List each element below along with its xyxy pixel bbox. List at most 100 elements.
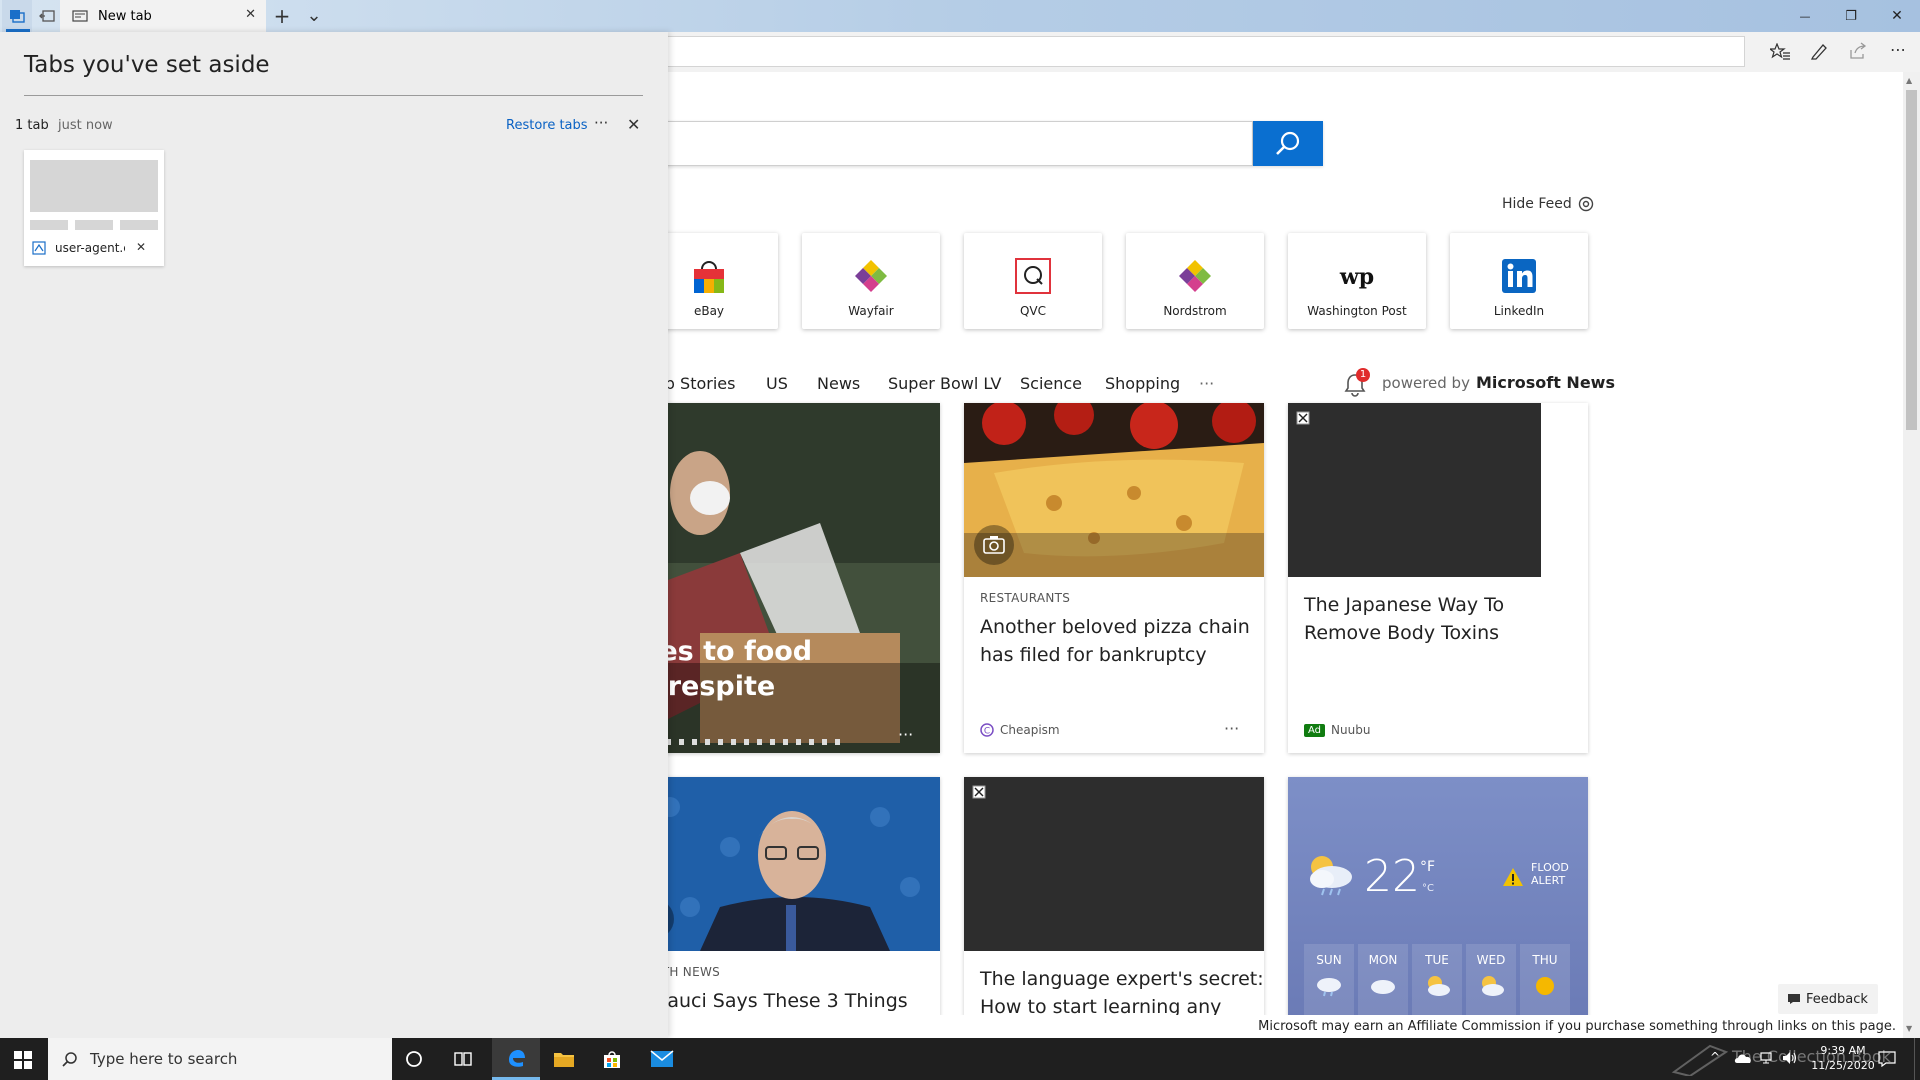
search-button[interactable] — [1253, 121, 1323, 166]
onedrive-icon[interactable] — [1734, 1052, 1752, 1064]
nav-more-button[interactable]: ··· — [1199, 374, 1214, 393]
hide-feed-button[interactable]: Hide Feed — [1502, 196, 1594, 212]
set-tabs-aside-button[interactable] — [34, 0, 60, 32]
nav-science[interactable]: Science — [1020, 374, 1082, 393]
powered-by: powered by Microsoft News — [1382, 373, 1615, 392]
pen-icon[interactable] — [1810, 42, 1828, 60]
web-search-input[interactable] — [640, 121, 1253, 166]
network-icon[interactable] — [1760, 1051, 1776, 1065]
card-more-button[interactable]: ··· — [1224, 719, 1239, 738]
tile-label: Nordstrom — [1163, 304, 1227, 318]
file-explorer-icon[interactable] — [553, 1050, 575, 1068]
favorites-icon[interactable] — [1770, 43, 1790, 61]
minimize-button[interactable]: — — [1782, 0, 1828, 32]
hero-more-button[interactable]: ··· — [898, 725, 913, 744]
windows-start-icon[interactable] — [14, 1051, 32, 1069]
restore-tabs-link[interactable]: Restore tabs — [506, 118, 588, 133]
forecast-day-label: THU — [1532, 953, 1558, 967]
maximize-button[interactable]: ❐ — [1828, 0, 1874, 32]
notifications-button[interactable]: 1 — [1343, 368, 1370, 397]
thumbnail-close-button[interactable]: ✕ — [136, 240, 146, 254]
window-close-button[interactable]: ✕ — [1874, 0, 1920, 32]
settings-more-button[interactable]: ⋯ — [1890, 40, 1906, 59]
task-view-icon[interactable] — [453, 1050, 473, 1068]
card-source: Ad Nuubu — [1304, 723, 1370, 737]
aside-time: just now — [58, 118, 113, 133]
title-bar: New tab ✕ + ⌄ — ❐ ✕ — [0, 0, 1920, 32]
cortana-icon[interactable] — [405, 1050, 423, 1068]
show-hidden-icons[interactable]: ^ — [1710, 1050, 1720, 1064]
taskbar: Type here to search The Collection Book … — [0, 1038, 1920, 1080]
washington-post-icon: wp — [1339, 264, 1374, 290]
pizza-card[interactable]: RESTAURANTS Another beloved pizza chain … — [964, 403, 1264, 753]
browser-tab-new-tab[interactable]: New tab ✕ — [60, 0, 266, 32]
thumbnail-line — [75, 220, 113, 230]
scroll-down-arrow-icon[interactable]: ▼ — [1906, 1024, 1912, 1033]
thumbnail-preview — [30, 160, 158, 212]
new-tab-button[interactable]: + — [270, 0, 294, 32]
forecast-day[interactable]: TUE — [1412, 944, 1462, 1017]
forecast-day-label: MON — [1368, 953, 1398, 967]
nordstrom-icon — [1179, 260, 1211, 292]
system-clock[interactable]: 9:39 AM 11/25/2020 — [1808, 1043, 1878, 1073]
thumbnail-line — [30, 220, 68, 230]
card-title-line1: The language expert's secret: — [980, 968, 1264, 990]
wayfair-icon — [855, 260, 887, 292]
unit-celsius[interactable]: °C — [1422, 883, 1434, 894]
nav-news[interactable]: News — [817, 374, 860, 393]
weather-card[interactable]: 22 °F °C FLOOD ALERT SUN MON TUE WED THU — [1288, 777, 1588, 1017]
tile-label: Wayfair — [848, 304, 894, 318]
tile-label: QVC — [1019, 304, 1047, 318]
flood-alert[interactable]: FLOOD ALERT — [1531, 861, 1569, 887]
tile-qvc[interactable]: QVC — [964, 233, 1102, 329]
aside-close-button[interactable]: ✕ — [627, 115, 640, 134]
tile-wayfair[interactable]: Wayfair — [802, 233, 940, 329]
nav-super-bowl[interactable]: Super Bowl LV — [888, 374, 1001, 393]
show-desktop-button[interactable] — [1914, 1038, 1920, 1080]
tile-washington-post[interactable]: wp Washington Post — [1288, 233, 1426, 329]
scrollbar-thumb[interactable] — [1906, 90, 1917, 430]
tabs-aside-panel: Tabs you've set aside 1 tab just now Res… — [0, 32, 668, 1038]
ad-card[interactable]: The Japanese Way To Remove Body Toxins A… — [1288, 403, 1588, 753]
site-favicon-icon — [32, 241, 46, 255]
tile-nordstrom[interactable]: Nordstrom — [1126, 233, 1264, 329]
feedback-label: Feedback — [1806, 991, 1868, 1007]
language-card[interactable]: The language expert's secret: How to sta… — [964, 777, 1264, 1017]
svg-text:C: C — [984, 727, 990, 737]
fauci-photo — [640, 777, 940, 951]
volume-icon[interactable] — [1782, 1051, 1798, 1065]
nav-shopping[interactable]: Shopping — [1105, 374, 1180, 393]
edge-taskbar-button[interactable] — [492, 1038, 540, 1080]
carousel-dots[interactable] — [640, 739, 840, 745]
feedback-button[interactable]: Feedback — [1778, 984, 1878, 1014]
forecast-day[interactable]: THU — [1520, 944, 1570, 1017]
warning-icon — [1503, 868, 1523, 886]
tile-label: Washington Post — [1307, 304, 1407, 318]
partly-sunny-icon — [1482, 976, 1504, 996]
tab-preview-dropdown[interactable]: ⌄ — [302, 0, 326, 32]
tab-close-button[interactable]: ✕ — [245, 7, 256, 22]
tab-thumbnail-card[interactable]: user-agent.e ✕ — [24, 150, 164, 266]
action-center-icon[interactable] — [1878, 1051, 1896, 1067]
address-bar[interactable] — [640, 36, 1745, 67]
forecast-day[interactable]: WED — [1466, 944, 1516, 1017]
vertical-scrollbar[interactable]: ▲ ▼ — [1903, 72, 1920, 1038]
camera-icon — [983, 536, 1005, 554]
mail-icon[interactable] — [650, 1050, 674, 1068]
store-icon[interactable] — [602, 1049, 622, 1069]
aside-more-button[interactable]: ··· — [594, 114, 608, 132]
forecast-day[interactable]: MON — [1358, 944, 1408, 1017]
share-icon[interactable] — [1849, 42, 1867, 60]
panel-divider — [24, 95, 643, 96]
scroll-up-arrow-icon[interactable]: ▲ — [1906, 76, 1912, 85]
fauci-card[interactable]: EALTH NEWS r. Fauci Says These 3 Things — [640, 777, 940, 1017]
tile-linkedin[interactable]: LinkedIn — [1450, 233, 1588, 329]
page-icon — [72, 10, 88, 22]
nav-us[interactable]: US — [766, 374, 788, 393]
forecast-day[interactable]: SUN — [1304, 944, 1354, 1017]
unit-fahrenheit[interactable]: °F — [1420, 859, 1435, 875]
hide-feed-label: Hide Feed — [1502, 196, 1572, 212]
taskbar-search-box[interactable]: Type here to search — [48, 1038, 392, 1080]
hero-card[interactable]: ges to food e respite ··· — [640, 403, 940, 753]
tabs-aside-button[interactable] — [2, 0, 32, 32]
